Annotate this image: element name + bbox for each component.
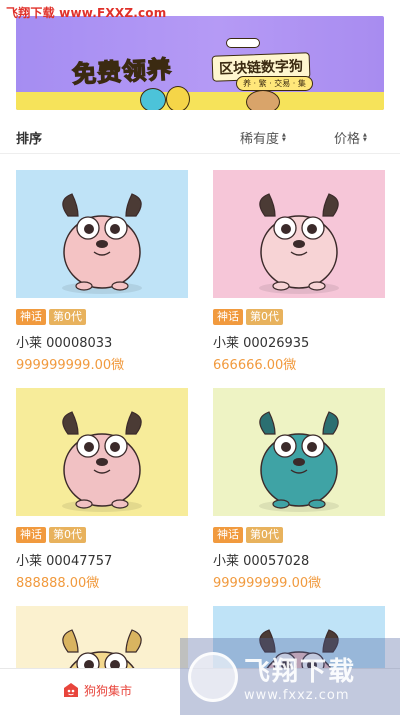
banner-tagline: 养 · 繁 · 交易 · 集 <box>236 76 313 91</box>
generation-badge: 第0代 <box>49 527 86 543</box>
dog-name: 小莱 00008033 <box>16 336 113 351</box>
banner-dog-illustration <box>140 88 166 110</box>
banner-dog-illustration <box>246 90 280 110</box>
rarity-badge: 神话 <box>213 527 243 543</box>
generation-badge: 第0代 <box>49 309 86 325</box>
dog-card[interactable]: 神话 第0代小莱 00047757 888888.00微 <box>16 388 188 591</box>
dog-name: 小莱 00057028 <box>213 554 310 569</box>
sort-rarity-button[interactable]: 稀有度 ▲ ▼ <box>240 128 286 147</box>
banner-headline: 免费领养 <box>71 55 174 89</box>
generation-badge: 第0代 <box>246 527 283 543</box>
sort-rarity-label: 稀有度 <box>240 132 280 147</box>
dog-illustration-icon <box>259 193 339 294</box>
sort-label: 排序 <box>16 132 43 147</box>
dog-image <box>213 170 385 298</box>
dog-illustration-icon <box>259 411 339 512</box>
dog-image <box>213 388 385 516</box>
dog-tags: 神话 第0代 <box>213 309 283 325</box>
promo-banner[interactable]: 免费领养 区块链数字狗 养 · 繁 · 交易 · 集 <box>16 16 384 110</box>
banner-dog-illustration <box>166 86 190 110</box>
rarity-badge: 神话 <box>16 309 46 325</box>
generation-badge: 第0代 <box>246 309 283 325</box>
dog-card[interactable]: 神话 第0代小莱 00026935 666666.00微 <box>213 170 385 373</box>
sort-arrows-icon: ▲ ▼ <box>282 131 286 143</box>
dog-name: 小莱 00047757 <box>16 554 113 569</box>
shop-icon <box>64 683 78 697</box>
dog-card[interactable]: 神话 第0代小莱 00008033 999999999.00微 <box>16 170 188 373</box>
watermark-site-label: 飞翔下载 www.FXXZ.com <box>6 6 167 20</box>
dog-price: 999999999.00微 <box>213 576 322 591</box>
sort-arrows-icon: ▲ ▼ <box>363 131 367 143</box>
sort-price-label: 价格 <box>334 132 361 147</box>
rarity-badge: 神话 <box>213 309 243 325</box>
sort-bar: 排序 稀有度 ▲ ▼ 价格 ▲ ▼ <box>0 118 400 154</box>
dog-illustration-icon <box>62 411 142 512</box>
dog-price: 888888.00微 <box>16 576 100 591</box>
dog-price: 666666.00微 <box>213 358 297 373</box>
dog-illustration-icon <box>62 193 142 294</box>
brand-logo-icon <box>188 651 238 702</box>
nav-dog-market[interactable]: 狗狗集市 <box>62 681 132 699</box>
dog-image <box>16 388 188 516</box>
rarity-badge: 神话 <box>16 527 46 543</box>
dog-tags: 神话 第0代 <box>16 309 86 325</box>
watermark-overlay: 飞翔下载 www.fxxz.com <box>180 638 400 715</box>
sort-price-button[interactable]: 价格 ▲ ▼ <box>334 128 367 147</box>
app-screen: 飞翔下载 www.FXXZ.com 免费领养 区块链数字狗 养 · 繁 · 交易… <box>0 0 400 715</box>
dog-tags: 神话 第0代 <box>16 527 86 543</box>
dog-image <box>16 170 188 298</box>
dog-name: 小莱 00026935 <box>213 336 310 351</box>
watermark-url: www.fxxz.com <box>244 687 350 703</box>
dog-price: 999999999.00微 <box>16 358 125 373</box>
banner-band <box>16 92 384 110</box>
dog-card[interactable]: 神话 第0代小莱 00057028 999999999.00微 <box>213 388 385 591</box>
nav-dog-market-label: 狗狗集市 <box>84 683 133 698</box>
watermark-brand: 飞翔下载 <box>244 656 357 687</box>
bone-icon <box>226 38 260 48</box>
dog-tags: 神话 第0代 <box>213 527 283 543</box>
